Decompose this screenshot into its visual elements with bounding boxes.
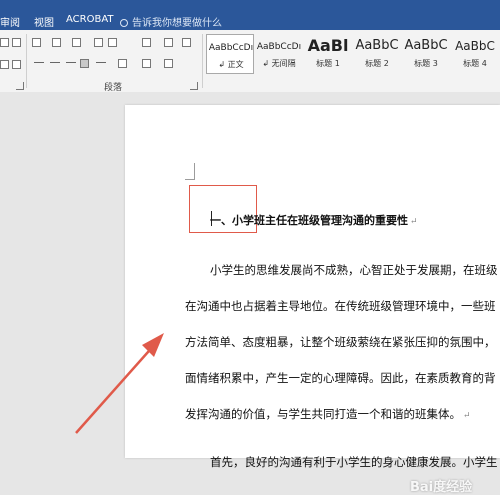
tab-view[interactable]: 视图 [34, 14, 54, 29]
group-separator [202, 34, 203, 88]
style-normal[interactable]: AaBbCcDı ↲ 正文 [206, 34, 254, 74]
search-icon [120, 19, 128, 27]
ribbon-home: 段落 AaBbCcDı ↲ 正文 AaBbCcDı ↲ 无间隔 AaBl 标题 … [0, 30, 500, 93]
style-preview: AaBbC [455, 39, 495, 53]
paragraph-line[interactable]: 面情绪积累中，产生一定的心理障碍。因此，在素质教育的背 [185, 370, 496, 386]
asian-layout-button[interactable] [142, 38, 151, 47]
document-heading[interactable]: 一、小学班主任在班级管理沟通的重要性 ↵ [210, 212, 418, 228]
align-right-button[interactable] [66, 62, 76, 63]
document-workspace: 一、小学班主任在班级管理沟通的重要性 ↵ 小学生的思维发展尚不成熟，心智正处于发展… [0, 92, 500, 495]
line-spacing-button[interactable] [118, 59, 127, 68]
clear-format-button[interactable] [12, 38, 21, 47]
style-preview: AaBl [307, 36, 349, 55]
increase-indent-button[interactable] [108, 38, 117, 47]
tell-me-placeholder: 告诉我你想要做什么 [132, 18, 222, 29]
paragraph-line[interactable]: 首先，良好的沟通有利于小学生的身心健康发展。小学生 [210, 454, 498, 470]
multilevel-list-button[interactable] [72, 38, 81, 47]
char-border-button[interactable] [12, 60, 21, 69]
char-shading-button[interactable] [0, 60, 9, 69]
paragraph-line[interactable]: 小学生的思维发展尚不成熟，心智正处于发展期，在班级 [210, 262, 498, 278]
tab-acrobat[interactable]: ACROBAT [66, 14, 114, 25]
title-bar [0, 0, 500, 10]
borders-button[interactable] [164, 59, 173, 68]
style-heading-1[interactable]: AaBl 标题 1 [304, 34, 352, 74]
tell-me-search[interactable]: 告诉我你想要做什么 [120, 14, 222, 29]
paragraph-line[interactable]: 方法简单、态度粗暴，让整个班级萦绕在紧张压抑的氛围中， [185, 334, 496, 350]
style-name: ↲ 正文 [218, 60, 244, 69]
watermark: Bai度经验 [410, 480, 473, 495]
style-name: 标题 2 [365, 59, 389, 68]
paragraph-line[interactable]: 在沟通中也占据着主导地位。在传统班级管理环境中，一些班 [185, 298, 496, 314]
change-case-button[interactable] [0, 38, 9, 47]
justify-button[interactable] [80, 59, 89, 68]
style-heading-3[interactable]: AaBbC 标题 3 [402, 34, 450, 74]
sort-button[interactable] [164, 38, 173, 47]
distributed-button[interactable] [96, 62, 106, 63]
paragraph-line[interactable]: 发挥沟通的价值，与学生共同打造一个和谐的班集体。 ↵ [185, 406, 471, 422]
group-separator [26, 34, 27, 88]
margin-corner-mark [185, 163, 195, 180]
tab-review[interactable]: 审阅 [0, 14, 20, 29]
style-heading-4[interactable]: AaBbC 标题 4 [451, 34, 499, 74]
align-left-button[interactable] [34, 62, 44, 63]
style-preview: AaBbC [404, 38, 448, 53]
style-name: 标题 3 [414, 59, 438, 68]
annotation-arrow-icon [75, 333, 164, 434]
style-name: 标题 4 [463, 59, 487, 68]
style-preview: AaBbCcDı [208, 43, 254, 53]
style-preview: AaBbCcDı [256, 42, 302, 52]
font-dialog-launcher[interactable] [16, 82, 24, 90]
ribbon-tab-bar: 审阅 视图 ACROBAT 告诉我你想要做什么 [0, 10, 500, 30]
center-button[interactable] [50, 62, 60, 63]
document-page[interactable]: 一、小学班主任在班级管理沟通的重要性 ↵ 小学生的思维发展尚不成熟，心智正处于发展… [125, 105, 500, 469]
bullets-button[interactable] [32, 38, 41, 47]
style-heading-2[interactable]: AaBbC 标题 2 [353, 34, 401, 74]
style-name: 标题 1 [316, 59, 340, 68]
style-no-spacing[interactable]: AaBbCcDı ↲ 无间隔 [255, 34, 303, 74]
shading-button[interactable] [142, 59, 151, 68]
style-name: ↲ 无间隔 [262, 59, 296, 68]
styles-gallery: AaBbCcDı ↲ 正文 AaBbCcDı ↲ 无间隔 AaBl 标题 1 A… [206, 34, 500, 74]
paragraph-dialog-launcher[interactable] [190, 82, 198, 90]
decrease-indent-button[interactable] [94, 38, 103, 47]
show-marks-button[interactable] [182, 38, 191, 47]
numbering-button[interactable] [52, 38, 61, 47]
style-preview: AaBbC [355, 38, 399, 53]
